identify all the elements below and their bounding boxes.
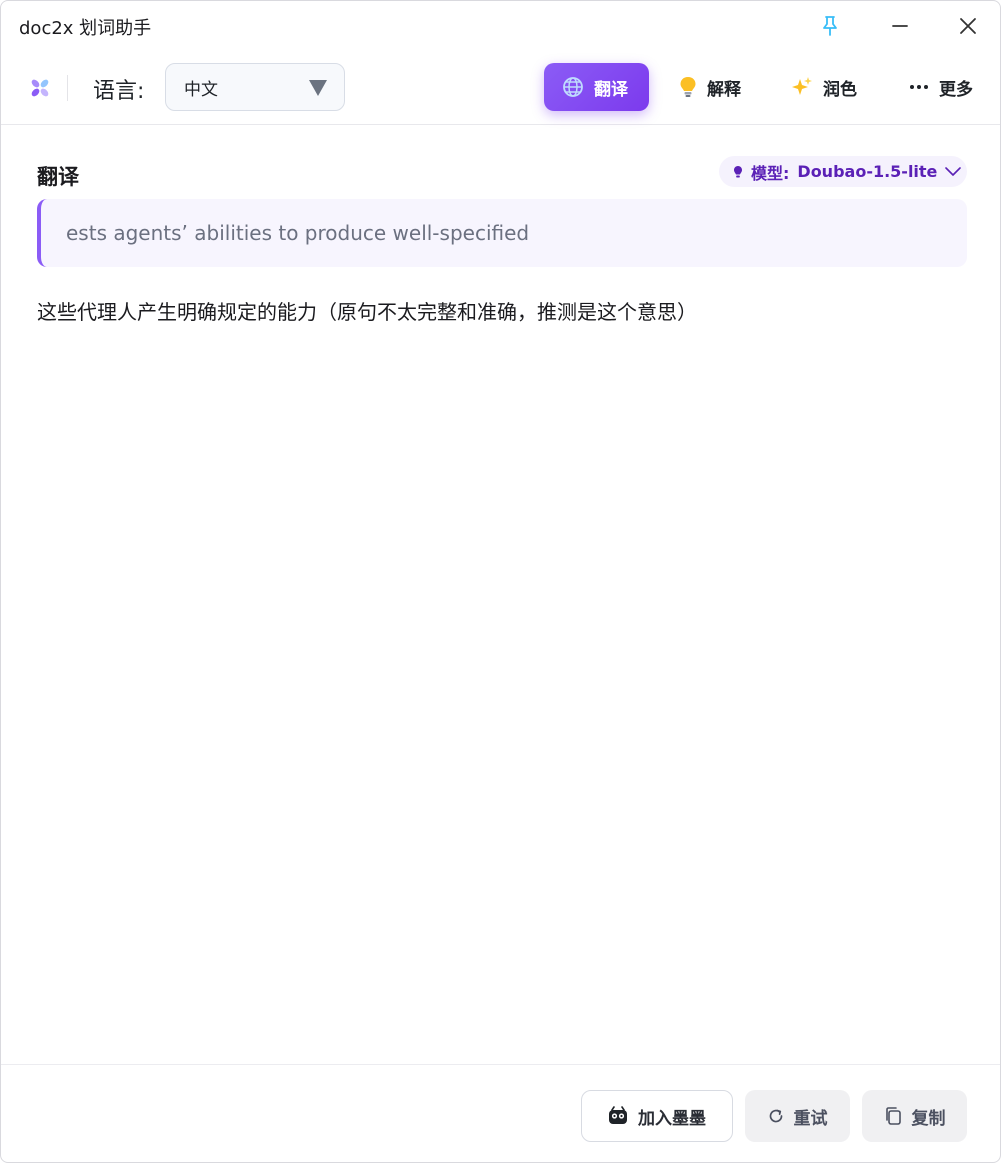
translate-label: 翻译 — [594, 79, 628, 100]
more-dots-icon — [910, 85, 928, 89]
copy-icon — [885, 1107, 901, 1125]
chevron-down-icon — [945, 166, 962, 176]
minimize-button[interactable] — [880, 9, 920, 43]
dropdown-triangle-icon — [309, 80, 327, 96]
retry-button[interactable]: 重试 — [745, 1090, 850, 1142]
close-button[interactable] — [948, 9, 988, 43]
lightbulb-icon — [680, 77, 696, 97]
toolbar: 语言: 中文 翻译 解释 润色 更多 — [1, 51, 1000, 125]
language-select[interactable]: 中文 — [165, 63, 345, 111]
add-to-momo-button[interactable]: 加入墨墨 — [581, 1090, 733, 1142]
copy-label: 复制 — [911, 1108, 946, 1129]
app-logo-icon — [31, 79, 49, 97]
explain-button[interactable]: 解释 — [661, 63, 759, 111]
copy-button[interactable]: 复制 — [862, 1090, 967, 1142]
lightbulb-small-icon — [734, 165, 742, 177]
section-title: 翻译 — [37, 165, 79, 189]
source-text-box: ests agents’ abilities to produce well-s… — [37, 199, 967, 267]
minimize-icon — [892, 25, 908, 27]
model-selector[interactable]: 模型: Doubao-1.5-lite — [719, 156, 967, 187]
explain-label: 解释 — [707, 79, 741, 100]
momo-logo-icon — [609, 1106, 627, 1124]
window-title: doc2x 划词助手 — [19, 18, 152, 39]
pin-button[interactable] — [810, 9, 850, 43]
pin-icon — [823, 16, 837, 36]
language-value: 中文 — [184, 79, 218, 100]
source-text: ests agents’ abilities to produce well-s… — [66, 221, 530, 245]
more-button[interactable]: 更多 — [891, 63, 973, 111]
translation-result: 这些代理人产生明确规定的能力（原句不太完整和准确，推测是这个意思） — [37, 300, 697, 324]
translate-button[interactable]: 翻译 — [544, 63, 649, 111]
toolbar-divider — [67, 75, 68, 101]
language-label: 语言: — [93, 79, 145, 104]
footer: 加入墨墨 重试 复制 — [1, 1064, 1000, 1162]
globe-icon — [563, 77, 583, 97]
refresh-icon — [769, 1109, 782, 1123]
polish-label: 润色 — [823, 79, 857, 100]
add-to-momo-label: 加入墨墨 — [638, 1108, 706, 1129]
more-label: 更多 — [939, 79, 973, 100]
model-value: Doubao-1.5-lite — [797, 162, 938, 181]
title-bar: doc2x 划词助手 — [1, 1, 1000, 51]
close-icon — [960, 18, 976, 34]
sparkles-icon — [792, 77, 812, 95]
retry-label: 重试 — [793, 1108, 828, 1129]
polish-button[interactable]: 润色 — [773, 63, 875, 111]
model-label: 模型: — [751, 163, 790, 183]
app-window: doc2x 划词助手 语言: 中文 翻译 解释 润色 更多 翻译 模型: Dou… — [0, 0, 1001, 1163]
